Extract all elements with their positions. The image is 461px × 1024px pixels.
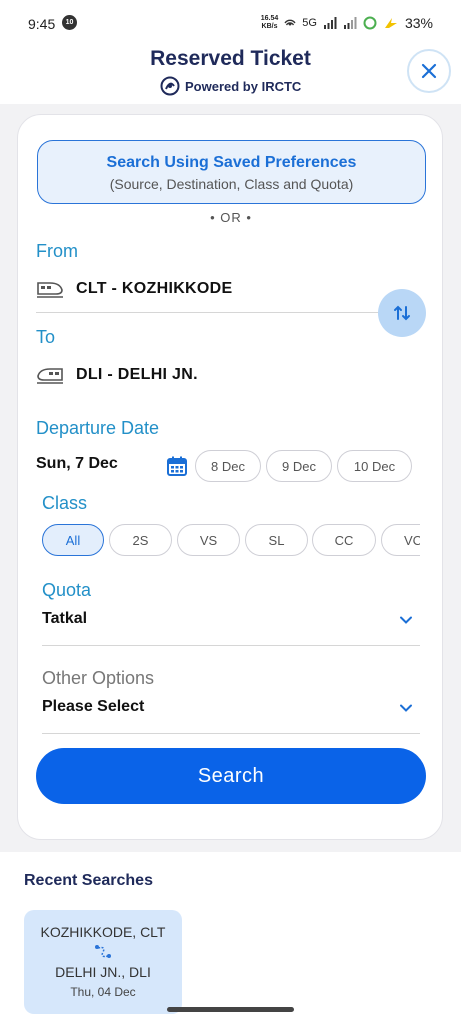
class-chip-vc[interactable]: VC [381, 524, 420, 556]
train-icon [37, 282, 63, 298]
quota-value[interactable]: Tatkal [42, 610, 87, 628]
other-options-label: Other Options [42, 668, 155, 688]
network-speed-value: 16.54 [260, 15, 279, 22]
page-title: Reserved Ticket [150, 47, 311, 70]
close-icon [421, 63, 437, 79]
network-speed: 16.54 KB/s [261, 15, 279, 31]
status-bar: 9:45 10 16.54 KB/s 5G 33% [0, 0, 461, 44]
calendar-icon[interactable] [166, 455, 188, 477]
date-chip[interactable]: 9 Dec [266, 450, 332, 482]
irctc-logo-icon [160, 76, 180, 96]
powered-by: Powered by IRCTC [160, 76, 301, 96]
search-button[interactable]: Search [36, 748, 426, 804]
search-form-card: Search Using Saved Preferences (Source, … [17, 114, 443, 840]
notification-badge: 10 [62, 15, 77, 30]
date-chip[interactable]: 8 Dec [195, 450, 261, 482]
close-button[interactable] [407, 49, 451, 93]
other-options-divider [42, 733, 420, 734]
class-chip-row: All 2S VS SL CC VC [42, 523, 420, 557]
other-options-value[interactable]: Please Select [42, 698, 144, 716]
class-chip-cc[interactable]: CC [312, 524, 376, 556]
network-speed-unit: KB/s [261, 23, 278, 30]
status-icons: 16.54 KB/s 5G 33% [261, 15, 433, 31]
class-chip-all[interactable]: All [42, 524, 104, 556]
chevron-down-icon[interactable] [398, 612, 414, 628]
or-separator: • OR • [210, 210, 252, 225]
ring-icon [363, 16, 377, 30]
saved-preferences-subtitle: (Source, Destination, Class and Quota) [109, 176, 354, 192]
chevron-down-icon[interactable] [398, 700, 414, 716]
recent-searches-title: Recent Searches [24, 872, 153, 889]
home-indicator[interactable] [167, 1007, 294, 1012]
class-chip-2s[interactable]: 2S [109, 524, 172, 556]
recent-date: Thu, 04 Dec [70, 985, 136, 999]
date-chip[interactable]: 10 Dec [337, 450, 412, 482]
from-label: From [36, 241, 78, 261]
hotspot-icon [284, 19, 296, 26]
battery-level: 33% [404, 15, 433, 31]
selected-date[interactable]: Sun, 7 Dec [36, 455, 118, 473]
from-station-field[interactable]: CLT - KOZHIKKODE [36, 278, 233, 300]
from-divider [36, 312, 381, 313]
status-time: 9:45 [28, 16, 56, 32]
signal-icon-2 [343, 17, 357, 29]
from-station-value: CLT - KOZHIKKODE [76, 280, 233, 297]
recent-search-card[interactable]: KOZHIKKODE, CLT DELHI JN., DLI Thu, 04 D… [24, 910, 182, 1014]
network-type: 5G [302, 17, 317, 29]
class-chip-sl[interactable]: SL [245, 524, 308, 556]
signal-icon [323, 17, 337, 29]
to-station-field[interactable]: DLI - DELHI JN. [36, 364, 198, 386]
recent-from: KOZHIKKODE, CLT [40, 924, 166, 940]
class-label: Class [42, 493, 88, 513]
route-icon [95, 945, 111, 958]
saved-preferences-button[interactable]: Search Using Saved Preferences (Source, … [37, 140, 426, 204]
powered-by-text: Powered by IRCTC [185, 78, 302, 94]
swap-stations-button[interactable] [378, 289, 426, 337]
to-station-value: DLI - DELHI JN. [76, 366, 198, 383]
battery-saver-icon [384, 18, 397, 28]
quota-divider [42, 645, 420, 646]
quota-label: Quota [42, 580, 92, 600]
class-chip-vs[interactable]: VS [177, 524, 240, 556]
swap-icon [394, 305, 410, 321]
recent-to: DELHI JN., DLI [55, 964, 151, 980]
to-label: To [36, 327, 56, 347]
departure-date-label: Departure Date [36, 418, 160, 438]
train-icon [37, 368, 63, 384]
saved-preferences-title: Search Using Saved Preferences [106, 154, 357, 171]
